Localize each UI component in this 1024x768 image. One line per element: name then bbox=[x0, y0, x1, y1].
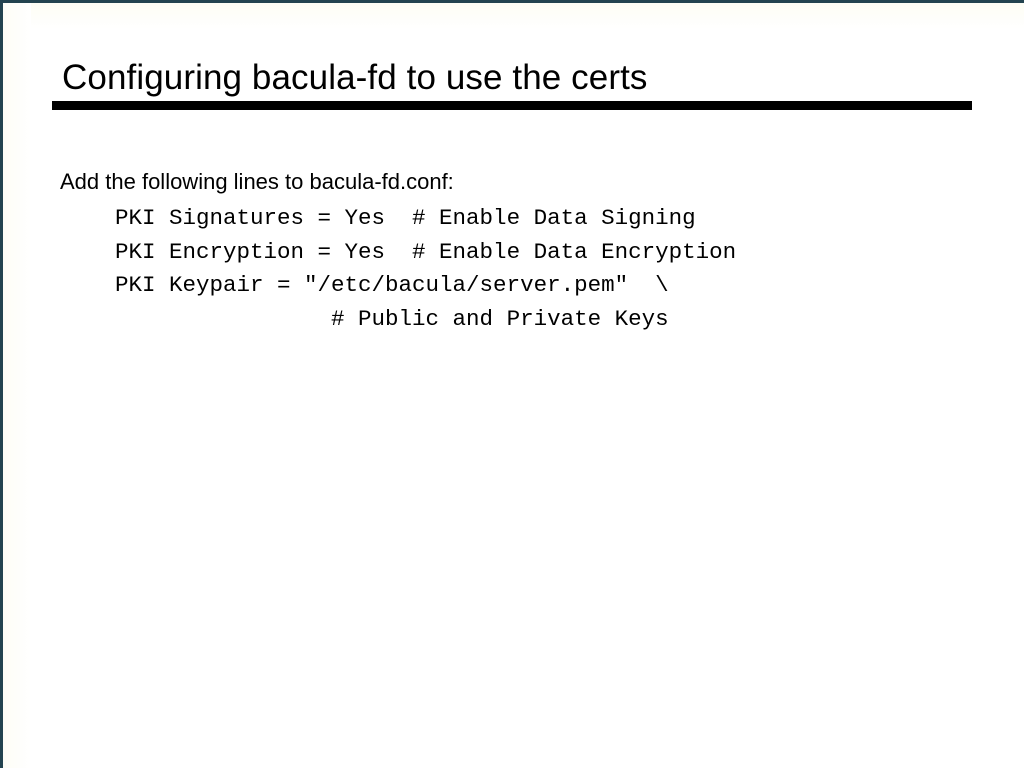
title-underline-bar bbox=[52, 101, 972, 110]
code-line: PKI Keypair = "/etc/bacula/server.pem" \ bbox=[115, 272, 669, 298]
code-line: PKI Encryption = Yes # Enable Data Encry… bbox=[115, 238, 737, 265]
top-edge-highlight bbox=[3, 3, 1024, 29]
left-edge-rule bbox=[0, 0, 3, 768]
slide-title: Configuring bacula-fd to use the certs bbox=[62, 58, 648, 97]
code-line: PKI Signatures = Yes # Enable Data Signi… bbox=[115, 205, 696, 231]
config-code-block: PKI Signatures = Yes # Enable Data Signi… bbox=[0, 202, 1024, 336]
lead-paragraph: Add the following lines to bacula-fd.con… bbox=[60, 169, 454, 194]
left-edge-highlight bbox=[3, 3, 31, 768]
slide-body: Add the following lines to bacula-fd.con… bbox=[0, 168, 1024, 336]
code-line: # Public and Private Keys bbox=[115, 305, 669, 332]
slide: Configuring bacula-fd to use the certs A… bbox=[0, 0, 1024, 768]
